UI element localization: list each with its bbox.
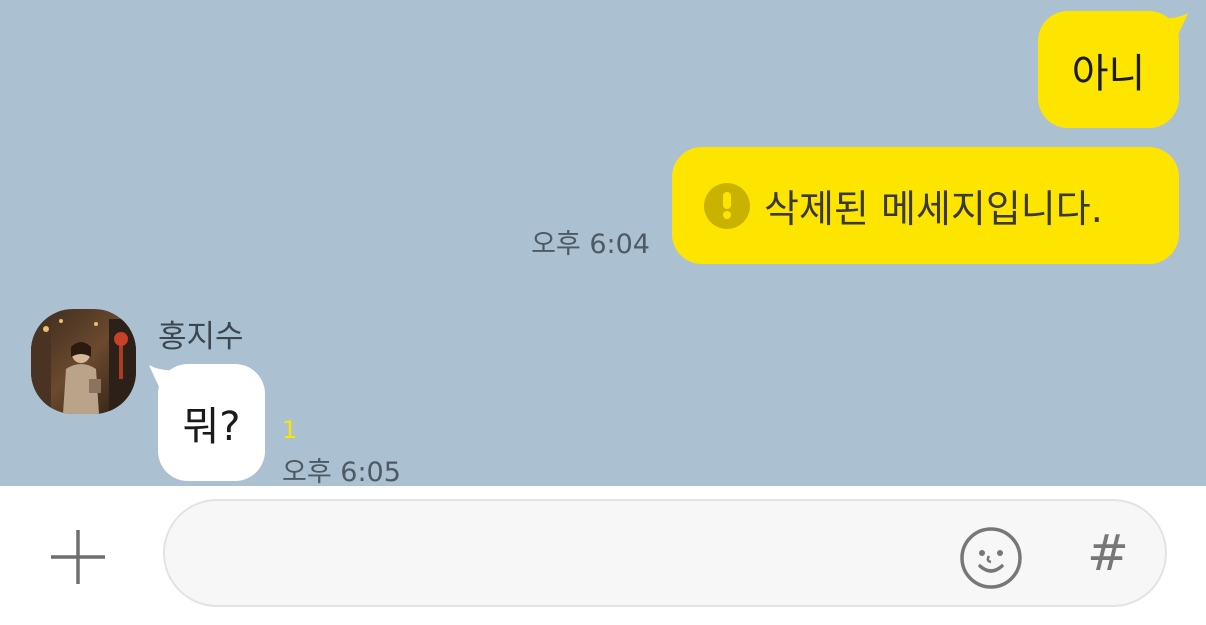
message-timestamp: 오후 6:05 [282,457,401,486]
incoming-message-bubble[interactable]: 뭐? [158,364,265,481]
deleted-message-bubble[interactable]: 삭제된 메세지입니다. [672,147,1179,264]
chat-area: 아니 삭제된 메세지입니다. 오후 6:04 홍지수 뭐? 1 오후 6:05 [0,0,1206,486]
message-input[interactable] [195,521,959,589]
plus-icon[interactable] [45,524,111,590]
hashtag-button[interactable]: # [1083,522,1133,584]
message-text: 아니 [1071,50,1146,97]
sender-name: 홍지수 [158,319,244,355]
avatar[interactable] [31,309,136,414]
emoji-icon[interactable] [958,525,1024,591]
message-text: 뭐? [182,403,241,450]
input-bar [0,486,1206,625]
message-timestamp: 오후 6:04 [531,229,650,260]
unread-count-badge: 1 [282,416,298,444]
outgoing-message-bubble[interactable]: 아니 [1038,11,1179,128]
exclamation-circle-icon [704,182,750,229]
deleted-message-text: 삭제된 메세지입니다. [764,187,1103,231]
